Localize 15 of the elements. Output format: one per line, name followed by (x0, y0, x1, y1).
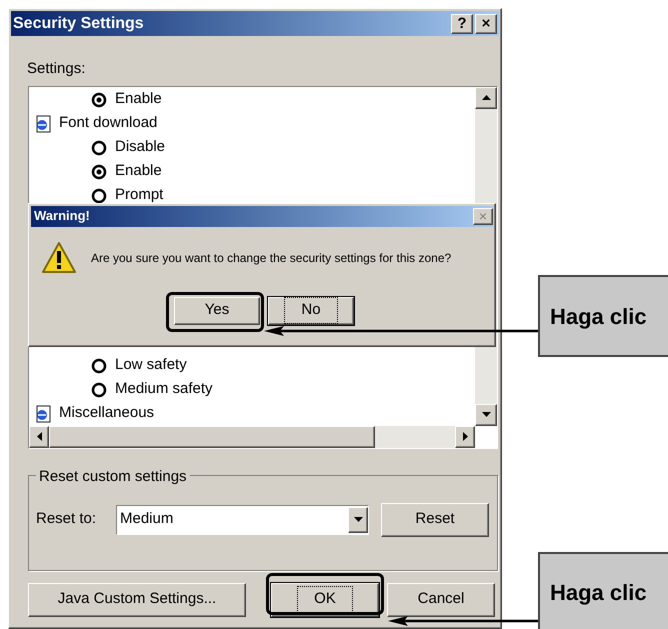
option-label: Low safety (115, 355, 187, 376)
dialog-title: Warning! (34, 207, 90, 226)
warning-message: Are you sure you want to change the security settings for this zone? (91, 250, 452, 266)
callout-box: Haga clic (538, 552, 668, 629)
option-label: Enable (115, 89, 162, 110)
option-label: Prompt (115, 185, 164, 206)
callout-box: Haga clic (538, 275, 668, 357)
settings-label: Settings: (27, 59, 86, 79)
option-label: Enable (115, 161, 162, 182)
window-title: Security Settings (13, 14, 144, 34)
category-label: Font download (59, 113, 158, 134)
option-label: Disable (115, 137, 166, 158)
reset-to-label: Reset to: (36, 509, 98, 530)
category-label: Miscellaneous (59, 403, 154, 424)
option-label: Medium safety (115, 379, 213, 400)
